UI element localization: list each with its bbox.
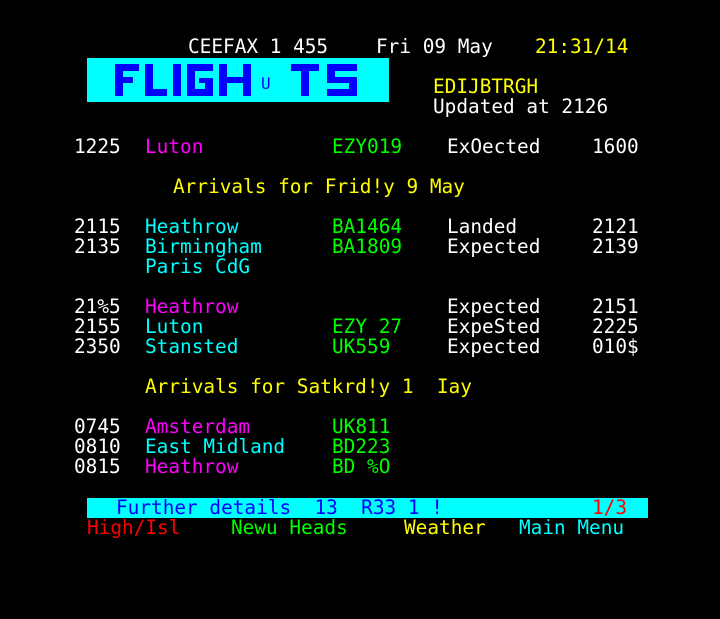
flight-time: 2115	[74, 215, 121, 238]
flight-actual-time: 010$	[592, 335, 639, 358]
flight-row: 2155 Luton EZY 27 ExpeSted 2225	[0, 317, 639, 337]
page-counter: 1/3	[592, 496, 628, 519]
flight-actual-time: 2121	[592, 215, 639, 238]
flight-time: 0745	[74, 415, 121, 438]
flight-actual-time: 1600	[592, 135, 639, 158]
flight-number: UK811	[332, 415, 391, 438]
updated-time: Updated at 2126	[433, 95, 609, 118]
flight-status: Expected	[447, 295, 541, 318]
flights-logo: U	[87, 58, 389, 102]
flight-origin: Luton	[145, 135, 204, 158]
flight-row: 0815 Heathrow BD %O	[0, 457, 390, 477]
flight-actual-time: 2151	[592, 295, 639, 318]
flight-origin: Amsterdam	[145, 415, 251, 438]
flight-time: 2135	[74, 235, 121, 258]
further-details-bar[interactable]: Further details 13 R33 1 ! 1/3	[87, 498, 648, 518]
flight-number: EZY019	[332, 135, 403, 158]
flight-time: 2155	[74, 315, 121, 338]
flight-number: BD %O	[332, 455, 391, 478]
flight-status: Landed	[447, 215, 518, 238]
header-row: CEEFAX 1 455 Fri 09 May 21:31/14	[0, 37, 628, 57]
flight-number: BA1809	[332, 235, 403, 258]
section-title-saturday: Arrivals for Satkrd!y 1 Iay	[145, 375, 472, 398]
flight-status: Expected	[447, 235, 541, 258]
section-title-friday: Arrivals for Frid!y 9 May	[173, 175, 465, 198]
flight-actual-time: 2225	[592, 315, 639, 338]
flight-number: UK559	[332, 335, 391, 358]
further-details-text: Further details 13 R33 1 !	[116, 496, 443, 519]
fastext-green-link[interactable]: Newu Heads	[231, 518, 348, 538]
flight-time: 21%5	[74, 295, 121, 318]
fastext-row: High/Isl Newu Heads Weather Main Menu	[0, 518, 624, 538]
flight-origin: Heathrow	[145, 295, 239, 318]
service-page-number: CEEFAX 1 455	[188, 35, 329, 58]
flight-row: 0745 Amsterdam UK811	[0, 417, 390, 437]
flight-row: 1225 Luton EZY019 ExOected 1600	[0, 137, 639, 157]
airport-code: EDIJBTRGH	[433, 75, 539, 98]
flight-row: 0810 East Midland BD223	[0, 437, 390, 457]
flight-origin-continued: Paris CdG	[145, 255, 251, 278]
flight-actual-time: 2139	[592, 235, 639, 258]
flight-time: 0810	[74, 435, 121, 458]
fastext-red-link[interactable]: High/Isl	[87, 518, 180, 538]
flight-origin: Stansted	[145, 335, 239, 358]
fastext-cyan-link[interactable]: Main Menu	[519, 518, 624, 538]
flight-origin: Birmingham	[145, 235, 262, 258]
flight-row: 2350 Stansted UK559 Expected 010$	[0, 337, 639, 357]
flight-row: 2135 Birmingham BA1809 Expected 2139	[0, 237, 639, 257]
flight-number: EZY 27	[332, 315, 403, 338]
flight-status: Expected	[447, 335, 541, 358]
flight-origin: Heathrow	[145, 215, 239, 238]
flight-status: ExpeSted	[447, 315, 541, 338]
flight-status: ExOected	[447, 135, 541, 158]
flight-origin: Luton	[145, 315, 204, 338]
header-date: Fri 09 May	[376, 35, 493, 58]
flight-row: 2115 Heathrow BA1464 Landed 2121	[0, 217, 639, 237]
header-clock: 21:31/14	[535, 35, 629, 58]
flight-row: 21%5 Heathrow Expected 2151	[0, 297, 639, 317]
flight-origin: Heathrow	[145, 455, 239, 478]
flight-time: 2350	[74, 335, 121, 358]
fastext-yellow-link[interactable]: Weather	[404, 518, 486, 538]
flight-time: 1225	[74, 135, 121, 158]
flight-row: Paris CdG	[0, 257, 250, 277]
flight-number: BD223	[332, 435, 391, 458]
flight-origin: East Midland	[145, 435, 286, 458]
flights-logo-mark: U	[261, 74, 271, 93]
flight-number: BA1464	[332, 215, 403, 238]
flight-time: 0815	[74, 455, 121, 478]
flights-logo-graphic	[115, 64, 357, 96]
